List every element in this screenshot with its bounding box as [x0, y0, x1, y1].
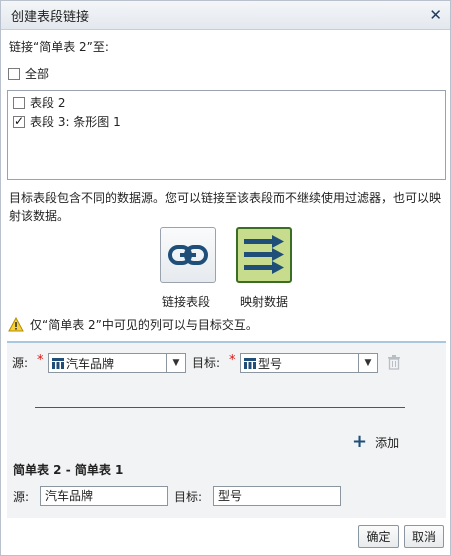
mapped-target-label: 目标: [174, 490, 203, 504]
mapping-panel: 源: * 汽车品牌 ▼ 目标: * 型号 ▼ + 添加 简单表 2 - 简单表 … [7, 341, 446, 518]
section-listbox: 表段 2 表段 3: 条形图 1 [7, 90, 446, 180]
column-icon [52, 357, 64, 369]
dialog-titlebar: 创建表段链接 ✕ [1, 1, 450, 30]
required-icon: * [37, 353, 44, 368]
link-section-label: 链接表段 [162, 295, 211, 309]
source-label: 源: [12, 356, 29, 370]
ok-button[interactable]: 确定 [358, 525, 399, 548]
section-label: 表段 2 [30, 96, 66, 110]
trash-icon[interactable] [387, 355, 401, 370]
warning-icon [8, 317, 24, 332]
section-checkbox[interactable] [13, 114, 25, 128]
link-section-button[interactable] [160, 227, 216, 283]
data-source-note: 目标表段包含不同的数据源。您可以链接至该表段而不继续使用过滤器，也可以映射该数据… [9, 191, 442, 223]
add-label: 添加 [375, 435, 400, 450]
select-all-checkbox[interactable] [8, 67, 20, 80]
link-icon [168, 245, 208, 265]
mapped-source-field[interactable]: 汽车品牌 [40, 486, 168, 506]
link-prompt: 链接“简单表 2”至: [9, 40, 109, 54]
warning-text: 仅“简单表 2”中可见的列可以与目标交互。 [30, 318, 258, 332]
section-checkbox[interactable] [13, 96, 25, 109]
cancel-button[interactable]: 取消 [404, 525, 444, 548]
select-all-row[interactable]: 全部 [8, 65, 49, 82]
dialog-title: 创建表段链接 [11, 9, 90, 25]
target-label: 目标: [192, 356, 221, 370]
chevron-down-icon[interactable]: ▼ [166, 354, 185, 372]
mapped-target-field[interactable]: 型号 [213, 486, 341, 506]
chevron-down-icon[interactable]: ▼ [358, 354, 377, 372]
mapped-title: 简单表 2 - 简单表 1 [13, 463, 124, 477]
target-select[interactable]: 型号 ▼ [240, 353, 378, 373]
warning-row: 仅“简单表 2”中可见的列可以与目标交互。 [8, 316, 258, 333]
list-item[interactable]: 表段 3: 条形图 1 [13, 113, 121, 130]
column-icon [244, 357, 256, 369]
map-data-label: 映射数据 [240, 295, 289, 309]
required-icon: * [229, 353, 236, 368]
source-select-value: 汽车品牌 [66, 356, 115, 371]
divider [35, 407, 405, 408]
list-item[interactable]: 表段 2 [13, 94, 65, 111]
map-arrows-icon [244, 235, 284, 274]
source-select[interactable]: 汽车品牌 ▼ [48, 353, 186, 373]
section-label: 表段 3: 条形图 1 [30, 115, 121, 129]
target-select-value: 型号 [258, 356, 283, 371]
map-data-button[interactable] [236, 227, 292, 283]
plus-icon: + [352, 431, 368, 452]
select-all-label: 全部 [25, 67, 50, 81]
add-button[interactable]: + 添加 [352, 433, 399, 451]
close-icon[interactable]: ✕ [429, 7, 442, 23]
create-section-link-dialog: 创建表段链接 ✕ 链接“简单表 2”至: 全部 表段 2 表段 3: 条形图 1… [0, 0, 451, 556]
mapped-source-label: 源: [13, 490, 30, 504]
